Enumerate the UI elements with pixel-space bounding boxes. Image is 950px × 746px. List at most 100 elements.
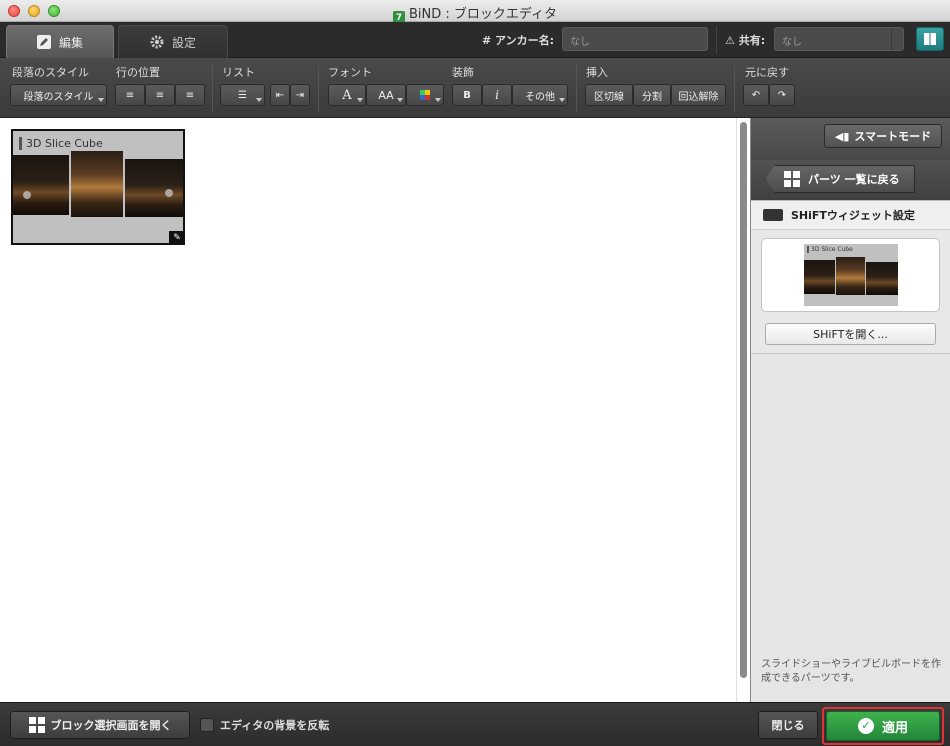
grid-icon: [784, 171, 800, 187]
invert-bg-toggle[interactable]: エディタの背景を反転: [200, 717, 329, 733]
dropdown-arrow-icon: [98, 98, 104, 102]
paragraph-style-label: 段落のスタイル: [12, 66, 89, 79]
book-icon: [924, 33, 936, 45]
gear-icon: [150, 35, 164, 49]
font-family-dropdown[interactable]: A: [328, 84, 366, 106]
list-label: リスト: [222, 66, 255, 79]
book-button[interactable]: [916, 27, 944, 51]
window-title: BiND : ブロックエディタ: [409, 7, 557, 22]
tab-settings[interactable]: 設定: [118, 25, 228, 58]
split-button[interactable]: 分割: [633, 84, 671, 106]
bold-button-label: B: [463, 89, 471, 101]
toolbar-divider: [318, 64, 319, 112]
widget-settings-body: 3D Slice Cube SHiFTを開く...: [751, 230, 950, 354]
bold-button[interactable]: B: [452, 84, 482, 106]
align-left-button[interactable]: ≡: [115, 84, 145, 106]
bottom-bar: ブロック選択画面を開く エディタの背景を反転 閉じる ✓ 適用: [0, 702, 950, 746]
vertical-scrollbar[interactable]: [736, 118, 750, 702]
open-shift-button[interactable]: SHiFTを開く...: [765, 323, 936, 345]
invert-bg-checkbox[interactable]: [200, 718, 214, 732]
formatting-toolbar: 段落のスタイル 段落のスタイル 行の位置 ≡ ≡ ≡ リスト ☰ ⇤ ⇥ フォン…: [0, 58, 950, 118]
font-size-dropdown[interactable]: AA: [366, 84, 406, 106]
undo-icon: ↶: [751, 89, 761, 101]
list-dropdown[interactable]: ☰: [220, 84, 265, 106]
back-to-parts-button[interactable]: パーツ 一覧に戻る: [765, 165, 915, 193]
align-center-button[interactable]: ≡: [145, 84, 175, 106]
unwrap-button[interactable]: 回込解除: [671, 84, 726, 106]
anchor-input[interactable]: なし: [562, 27, 708, 51]
top-strip: 編集 設定 # アンカー名: なし ⚠ 共有: なし: [0, 22, 950, 58]
tab-edit[interactable]: 編集: [6, 25, 114, 58]
keyboard-icon: [763, 209, 783, 221]
redo-button[interactable]: ↷: [769, 84, 795, 106]
editor-canvas[interactable]: 3D Slice Cube ✎: [0, 118, 736, 702]
apply-highlight: ✓ 適用: [822, 707, 944, 745]
decoration-other-dropdown[interactable]: その他: [512, 84, 568, 106]
toolbar-divider: [734, 64, 735, 112]
widget-description: スライドショーやライブビルボードを作成できるパーツです。: [761, 659, 941, 684]
toolbar-divider: [212, 64, 213, 112]
decoration-label: 装飾: [452, 66, 474, 79]
share-label: ⚠ 共有:: [725, 32, 765, 48]
italic-button[interactable]: i: [482, 84, 512, 106]
right-panel-top: ◀▮ スマートモード: [751, 118, 950, 160]
indent-button[interactable]: ⇥: [290, 84, 310, 106]
font-family-button-label: A: [342, 87, 352, 103]
apply-button-label: 適用: [881, 720, 908, 736]
close-button-label: 閉じる: [771, 719, 805, 732]
next-arrow-icon: [165, 189, 173, 197]
window-titlebar: 7 BiND : ブロックエディタ: [0, 0, 950, 25]
thumb-slice-image: [804, 260, 835, 294]
open-block-select-button[interactable]: ブロック選択画面を開く: [10, 711, 190, 739]
tab-edit-label: 編集: [58, 35, 83, 50]
align-left-icon: ≡: [125, 89, 135, 101]
cube-slice-image: [125, 159, 183, 217]
align-right-button[interactable]: ≡: [175, 84, 205, 106]
insert-label: 挿入: [586, 66, 608, 79]
insert-divider-label: 区切線: [594, 91, 624, 103]
dropdown-arrow-icon: [256, 98, 262, 102]
apply-button[interactable]: ✓ 適用: [826, 711, 940, 741]
decoration-other-label: その他: [525, 91, 555, 103]
smart-mode-button[interactable]: ◀▮ スマートモード: [824, 124, 942, 148]
split-label: 分割: [642, 91, 662, 103]
chevron-down-icon: [891, 28, 903, 50]
dropdown-arrow-icon: [559, 98, 565, 102]
bulleted-list-icon: ☰: [238, 89, 247, 101]
pencil-icon: [36, 35, 51, 49]
cube-slice-image: [13, 155, 69, 215]
redo-icon: ↷: [777, 89, 787, 101]
widget-settings-title: SHiFTウィジェット設定: [791, 209, 915, 222]
paragraph-style-dropdown[interactable]: 段落のスタイル: [10, 84, 107, 106]
outdent-button[interactable]: ⇤: [270, 84, 290, 106]
font-size-button-label: AA: [378, 88, 394, 102]
share-select[interactable]: なし: [774, 27, 904, 51]
dropdown-arrow-icon: [435, 98, 441, 102]
cube-slice-image: [71, 151, 123, 217]
widget-settings-heading: SHiFTウィジェット設定: [751, 200, 950, 230]
share-label-text: 共有:: [738, 34, 766, 47]
back-to-parts-label: パーツ 一覧に戻る: [808, 173, 900, 186]
share-select-value: なし: [782, 37, 802, 48]
align-center-icon: ≡: [155, 89, 165, 101]
smart-mode-label: スマートモード: [854, 130, 932, 143]
widget-edit-icon[interactable]: ✎: [169, 231, 185, 245]
open-block-select-label: ブロック選択画面を開く: [50, 719, 172, 732]
slice-cube-widget[interactable]: 3D Slice Cube ✎: [11, 129, 185, 245]
widget-thumbnail-frame: 3D Slice Cube: [761, 238, 940, 312]
color-palette-icon: [420, 90, 430, 100]
undo-button[interactable]: ↶: [743, 84, 769, 106]
scrollbar-thumb[interactable]: [740, 122, 747, 678]
undo-label: 元に戻す: [745, 66, 789, 79]
indent-icon: ⇥: [295, 89, 305, 101]
right-panel-back-bar: パーツ 一覧に戻る: [751, 160, 950, 200]
invert-bg-label: エディタの背景を反転: [220, 719, 330, 732]
font-color-dropdown[interactable]: [406, 84, 444, 106]
thumb-slice-image: [836, 257, 865, 295]
paragraph-style-button-label: 段落のスタイル: [23, 91, 94, 103]
close-button[interactable]: 閉じる: [758, 711, 818, 739]
tab-settings-label: 設定: [171, 35, 196, 50]
dropdown-arrow-icon: [397, 98, 403, 102]
megaphone-icon: ◀▮: [834, 129, 850, 143]
insert-divider-button[interactable]: 区切線: [585, 84, 633, 106]
